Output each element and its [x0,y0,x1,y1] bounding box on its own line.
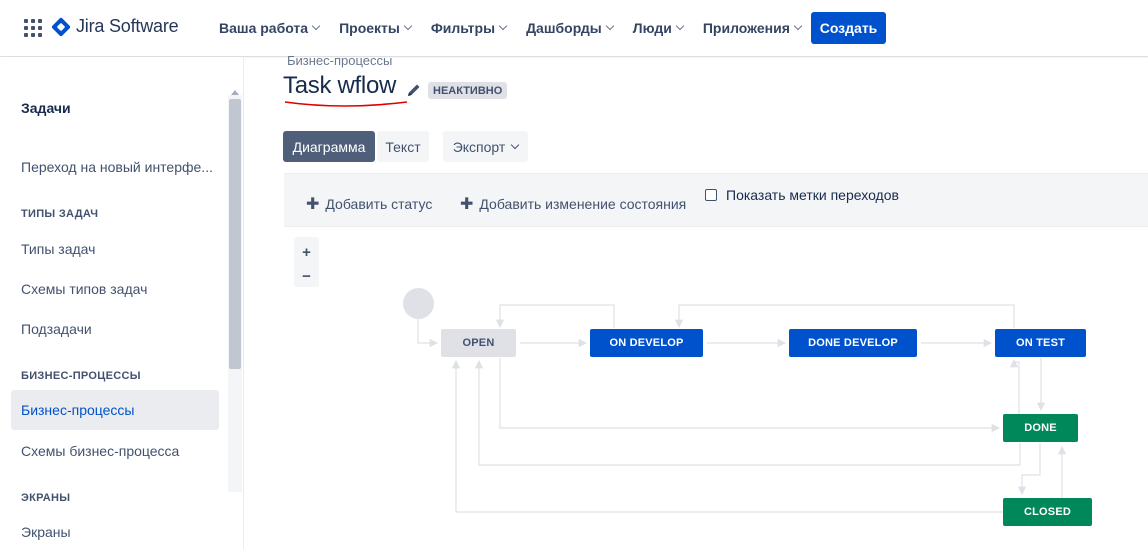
transition-done-open [474,359,1021,466]
status-on-develop[interactable]: ON DEVELOP [590,329,703,357]
transition-open-done [499,358,1001,433]
transition-start-open [417,319,439,348]
status-open[interactable]: OPEN [441,329,516,357]
transition-ondevelop-open [495,304,615,329]
transition-ontest-ondevelop [674,304,1015,329]
workflow-transitions [417,304,1067,513]
transition-done-closed [1017,443,1041,496]
transition-done-ontest [1009,358,1020,414]
status-on-test[interactable]: ON TEST [995,329,1086,357]
workflow-start-node[interactable] [403,288,434,319]
status-closed[interactable]: CLOSED [1003,498,1092,526]
status-done-develop[interactable]: DONE DEVELOP [789,329,917,357]
status-done[interactable]: DONE [1003,414,1078,442]
transition-closed-open [451,359,1003,513]
